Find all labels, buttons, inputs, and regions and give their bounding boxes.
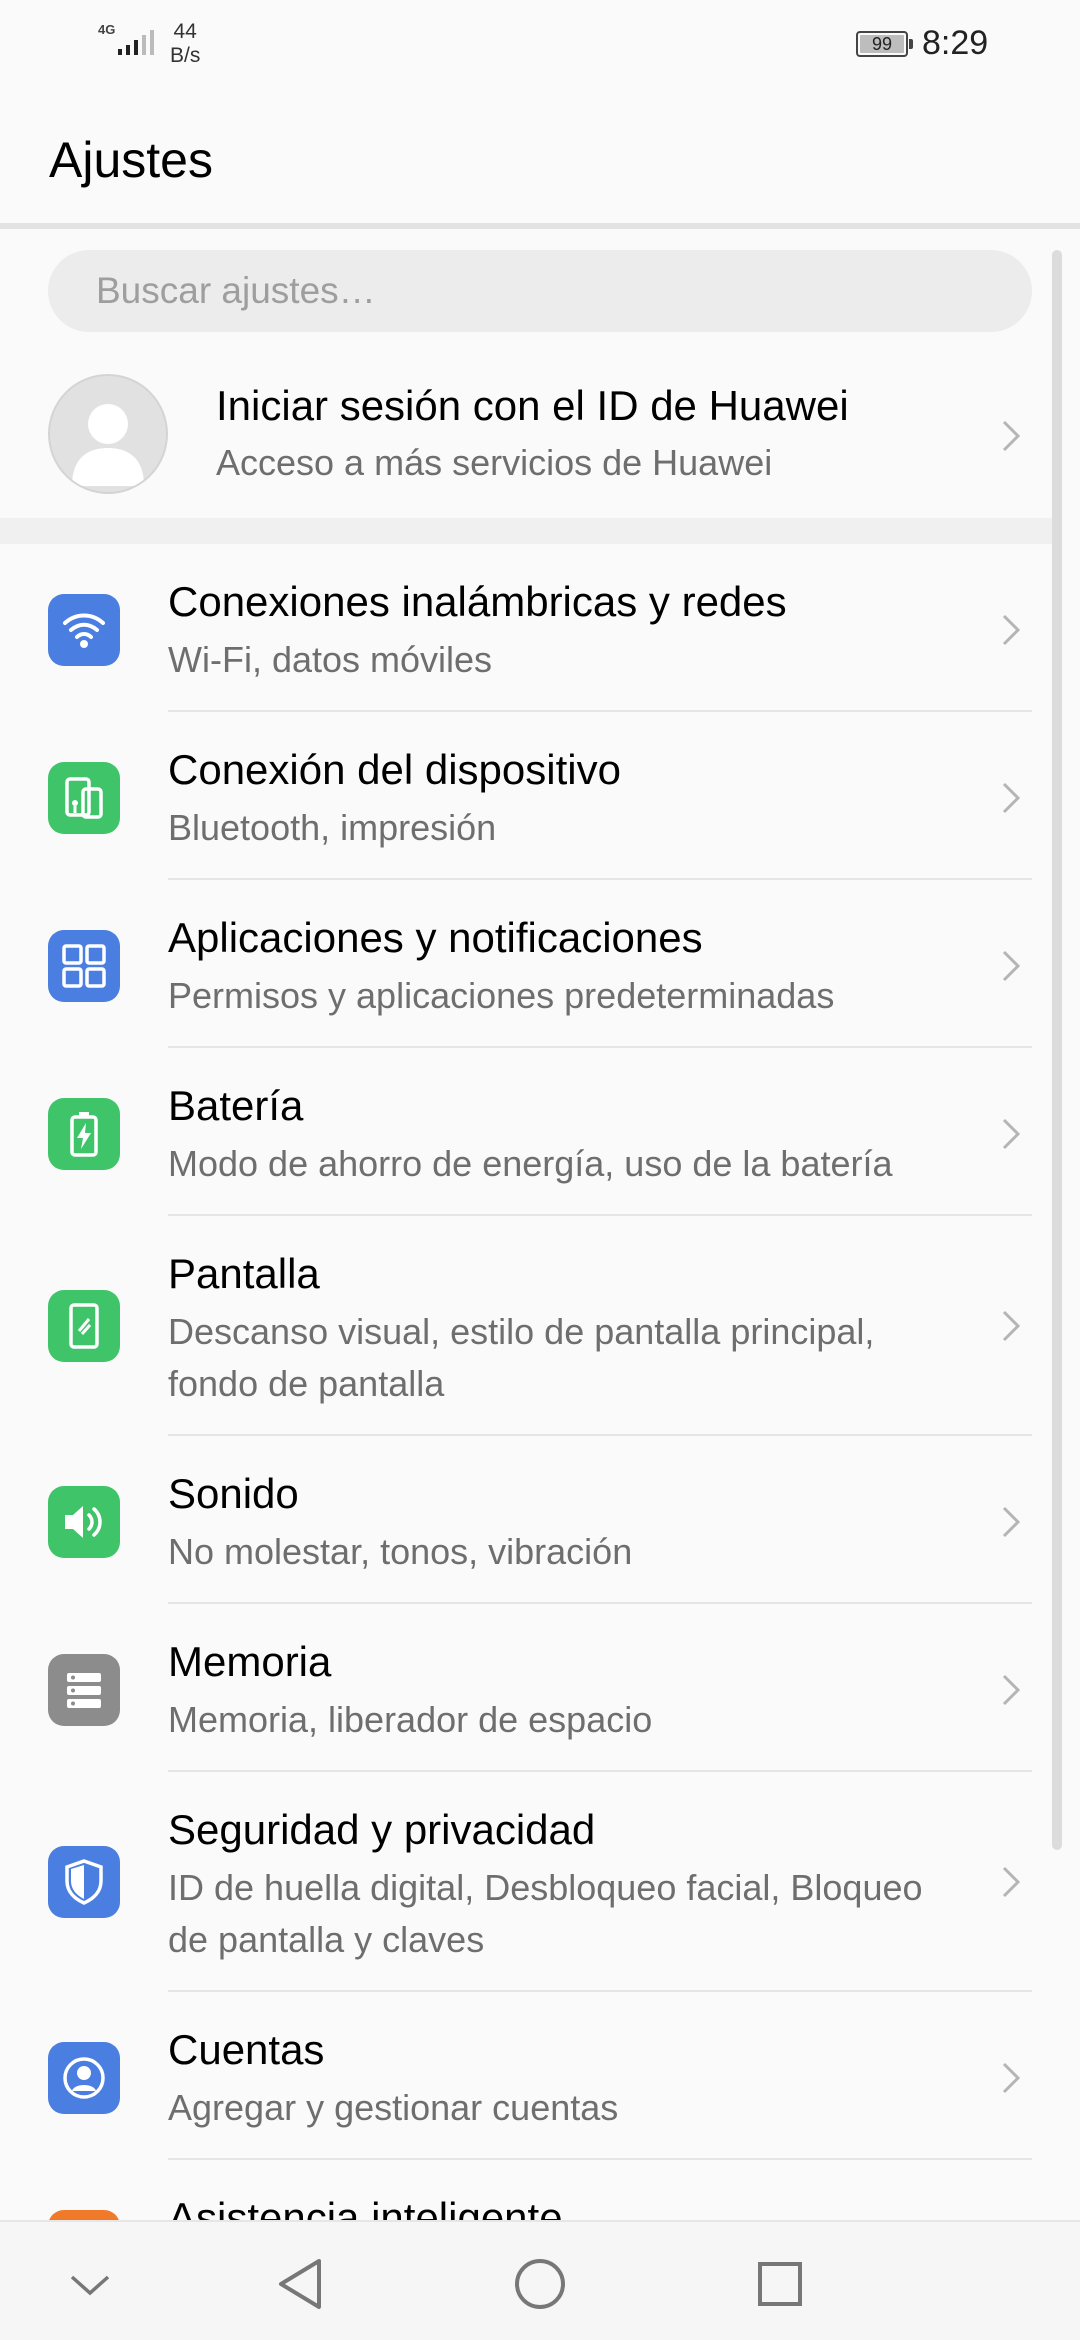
settings-list: Conexiones inalámbricas y redes Wi-Fi, d… (0, 544, 1052, 2282)
item-label: Conexiones inalámbricas y redes (168, 578, 787, 625)
divider (0, 223, 1080, 229)
item-label: Batería (168, 1082, 304, 1129)
settings-item-apps-notifications[interactable]: Aplicaciones y notificaciones Permisos y… (0, 880, 1052, 1048)
home-button[interactable] (500, 2244, 580, 2324)
item-description: No molestar, tonos, vibración (168, 1531, 633, 1572)
battery-icon: 99 (856, 31, 913, 57)
item-label: Memoria (168, 1638, 332, 1685)
settings-item-device-connection[interactable]: Conexión del dispositivo Bluetooth, impr… (0, 712, 1052, 880)
settings-item-display[interactable]: Pantalla Descanso visual, estilo de pant… (0, 1216, 1052, 1436)
avatar-icon (48, 374, 168, 494)
shield-icon (48, 1846, 120, 1918)
item-description: Modo de ahorro de energía, uso de la bat… (168, 1143, 893, 1184)
item-description: Wi-Fi, datos móviles (168, 639, 493, 680)
settings-item-battery[interactable]: Batería Modo de ahorro de energía, uso d… (0, 1048, 1052, 1216)
sound-icon (48, 1486, 120, 1558)
account-title: Iniciar sesión con el ID de Huawei (216, 382, 849, 429)
chevron-right-icon (1002, 1310, 1021, 1342)
battery-level: 99 (871, 34, 893, 54)
recents-square-icon (758, 2262, 802, 2306)
settings-item-security-privacy[interactable]: Seguridad y privacidad ID de huella digi… (0, 1772, 1052, 1992)
navigation-bar (0, 2220, 1080, 2340)
chevron-down-icon (70, 2275, 110, 2296)
clock: 8:29 (922, 24, 989, 62)
section-divider (0, 518, 1052, 544)
chevron-right-icon (1002, 950, 1021, 982)
status-bar: 4G 44 B/s 99 8:29 (0, 0, 1080, 86)
item-description: Agregar y gestionar cuentas (168, 2087, 619, 2128)
network-type: 4G (98, 22, 116, 37)
hide-nav-button[interactable] (50, 2244, 130, 2324)
storage-icon (48, 1654, 120, 1726)
signal-icon (118, 30, 154, 55)
search-input[interactable] (96, 250, 996, 332)
settings-item-wireless-networks[interactable]: Conexiones inalámbricas y redes Wi-Fi, d… (0, 544, 1052, 712)
item-label: Pantalla (168, 1250, 320, 1297)
home-circle-icon (515, 2259, 565, 2309)
apps-icon (48, 930, 120, 1002)
chevron-right-icon (1002, 614, 1021, 646)
chevron-right-icon (1002, 1866, 1021, 1898)
chevron-right-icon (1002, 2062, 1021, 2094)
scrollbar[interactable] (1052, 250, 1062, 1850)
accounts-icon (48, 2042, 120, 2114)
item-label: Aplicaciones y notificaciones (168, 914, 703, 961)
item-description: Descanso visual, estilo de pantalla prin… (168, 1311, 875, 1404)
settings-item-accounts[interactable]: Cuentas Agregar y gestionar cuentas (0, 1992, 1052, 2160)
chevron-right-icon (1002, 1118, 1021, 1150)
back-button[interactable] (260, 2244, 340, 2324)
chevron-right-icon (1002, 420, 1021, 452)
recents-button[interactable] (740, 2244, 820, 2324)
chevron-right-icon (1002, 1674, 1021, 1706)
chevron-right-icon (1002, 782, 1021, 814)
item-label: Conexión del dispositivo (168, 746, 621, 793)
search-bar[interactable] (48, 250, 1032, 332)
network-speed: 44 B/s (170, 20, 201, 67)
huawei-id-signin[interactable]: Iniciar sesión con el ID de Huawei Acces… (0, 350, 1080, 520)
back-triangle-icon (279, 2259, 321, 2309)
account-subtitle: Acceso a más servicios de Huawei (216, 442, 773, 483)
display-icon (48, 1290, 120, 1362)
item-description: ID de huella digital, Desbloqueo facial,… (168, 1867, 923, 1960)
device-connection-icon (48, 762, 120, 834)
item-description: Permisos y aplicaciones predeterminadas (168, 975, 835, 1016)
item-label: Cuentas (168, 2026, 325, 2073)
item-description: Memoria, liberador de espacio (168, 1699, 653, 1740)
battery-icon (48, 1098, 120, 1170)
chevron-right-icon (1002, 1506, 1021, 1538)
wifi-icon (48, 594, 120, 666)
item-label: Sonido (168, 1470, 299, 1517)
item-label: Seguridad y privacidad (168, 1806, 596, 1853)
item-description: Bluetooth, impresión (168, 807, 497, 848)
settings-item-sound[interactable]: Sonido No molestar, tonos, vibración (0, 1436, 1052, 1604)
settings-item-storage[interactable]: Memoria Memoria, liberador de espacio (0, 1604, 1052, 1772)
page-title: Ajustes (49, 132, 213, 188)
